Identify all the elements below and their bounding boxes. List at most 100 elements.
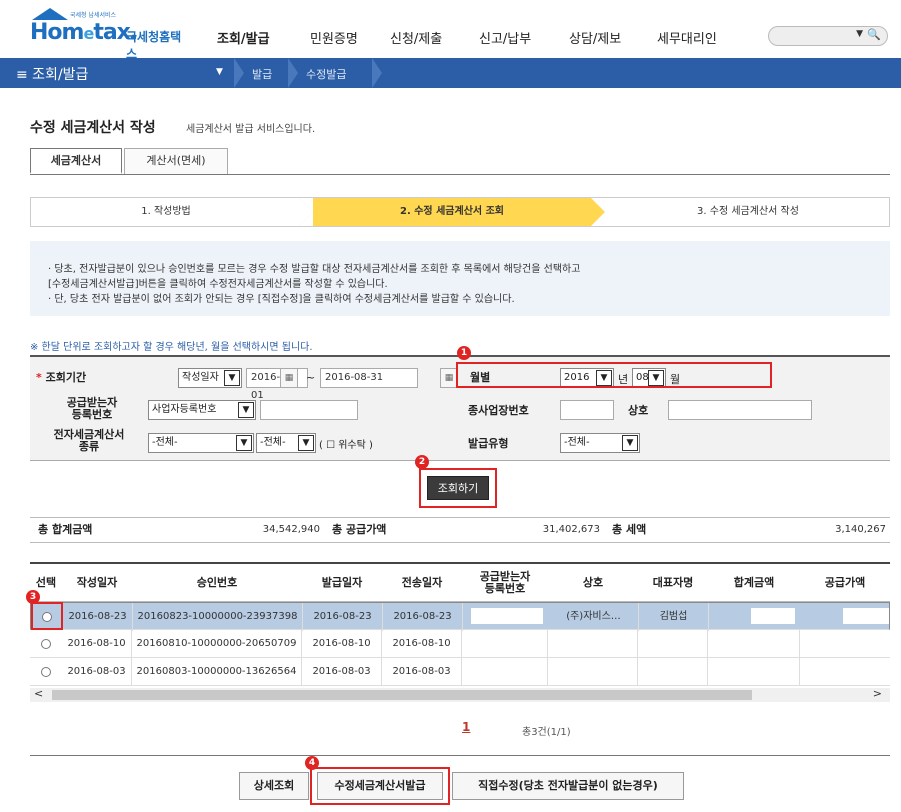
supply-amount-label: 총 공급가액	[332, 523, 387, 536]
page-subtitle: 세금계산서 발급 서비스입니다.	[186, 124, 316, 135]
step-arrow	[299, 198, 313, 226]
chevron-down-icon[interactable]: ▼	[622, 435, 638, 451]
top-header: 국세청 납세서비스 Hometax. 국세청홈택스 조회/발급 민원증명 신청/…	[0, 0, 901, 61]
callout-number-1: 1	[457, 346, 471, 360]
gnb-item-certificates[interactable]: 민원증명	[310, 28, 358, 47]
chevron-down-icon[interactable]: ▼	[216, 67, 223, 77]
branch-no-label: 종사업장번호	[468, 404, 529, 417]
result-count: 총3건(1/1)	[522, 727, 571, 738]
search-button[interactable]: 조회하기	[427, 476, 489, 500]
doc-type-select-1[interactable]: -전체- ▼	[148, 433, 254, 453]
tab-divider	[30, 174, 890, 175]
col-header-send-date: 전송일자	[382, 564, 462, 602]
date-type-value: 작성일자	[182, 372, 219, 383]
info-line: · 단, 당초 전자 발급분이 없어 조회가 안되는 경우 [직접수정]을 클릭…	[48, 294, 515, 305]
cell-written-date: 2016-08-10	[62, 630, 132, 658]
scroll-left-icon[interactable]: <	[34, 687, 43, 700]
chevron-down-icon[interactable]: ▼	[238, 402, 254, 418]
search-icon[interactable]: 🔍	[867, 28, 881, 41]
logo-korean-name: 국세청홈택스	[126, 30, 182, 61]
buyer-label-line2: 등록번호	[71, 408, 113, 421]
tab-invoice-exempt[interactable]: 계산서(면세)	[124, 148, 228, 174]
direct-modify-button[interactable]: 직접수정(당초 전자발급분이 없는경우)	[452, 772, 684, 800]
page-number-current[interactable]: 1	[462, 720, 470, 734]
chevron-down-icon[interactable]: ▼	[224, 370, 240, 386]
detail-view-button[interactable]: 상세조회	[239, 772, 309, 800]
cell-send-date: 2016-08-23	[383, 603, 463, 631]
total-amount-label: 총 합계금액	[38, 523, 93, 536]
gnb-item-tax-agent[interactable]: 세무대리인	[657, 28, 717, 47]
cell-company	[548, 630, 638, 658]
page-title: 수정 세금계산서 작성	[30, 120, 156, 136]
cell-total	[708, 658, 800, 686]
col-header-ceo: 대표자명	[638, 564, 708, 602]
gnb-item-inquiry[interactable]: 조회/발급	[217, 28, 270, 47]
chevron-down-icon[interactable]: ▼	[856, 29, 863, 39]
cell-buyer-regno-masked	[471, 608, 543, 624]
breadcrumb-item-issue[interactable]: 발급	[252, 66, 272, 82]
col-header-written-date: 작성일자	[62, 564, 132, 602]
global-search-input[interactable]: ▼ 🔍	[768, 26, 888, 46]
breadcrumb-menu[interactable]: ≡ 조회/발급	[16, 64, 88, 84]
calendar-icon[interactable]: ▦	[280, 368, 298, 388]
cell-approval-no: 20160803-10000000-13626564	[132, 658, 302, 686]
branch-no-input[interactable]	[560, 400, 614, 420]
chevron-down-icon[interactable]: ▼	[236, 435, 252, 451]
date-to-input[interactable]: 2016-08-31	[320, 368, 418, 388]
step-arrow	[591, 198, 605, 226]
doc-type-select-2[interactable]: -전체- ▼	[256, 433, 316, 453]
modify-invoice-issue-button[interactable]: 수정세금계산서발급	[317, 772, 443, 800]
date-range-separator: ~	[306, 371, 316, 384]
logo-tagline: 국세청 납세서비스	[70, 12, 117, 19]
logo-brand-e: e	[83, 24, 94, 43]
issue-type-value: -전체-	[564, 437, 590, 448]
gnb-item-application[interactable]: 신청/제출	[390, 28, 442, 47]
issue-type-select[interactable]: -전체- ▼	[560, 433, 640, 453]
gnb-item-consult[interactable]: 상담/제보	[569, 28, 621, 47]
row-radio-button[interactable]	[41, 667, 51, 677]
company-input[interactable]	[668, 400, 812, 420]
doc-type-2-value: -전체-	[260, 437, 286, 448]
horizontal-scrollbar[interactable]: < >	[30, 687, 890, 702]
issue-type-label: 발급유형	[468, 437, 509, 450]
breadcrumb-separator	[372, 58, 382, 88]
cell-written-date: 2016-08-23	[63, 603, 133, 631]
logo-brand: Hometax.	[30, 20, 138, 45]
doc-type-label-line2: 종류	[78, 440, 100, 453]
chevron-down-icon[interactable]: ▼	[298, 435, 314, 451]
tab-tax-invoice[interactable]: 세금계산서	[30, 148, 122, 174]
cell-send-date: 2016-08-03	[382, 658, 462, 686]
table-row[interactable]: 2016-08-10 20160810-10000000-20650709 20…	[30, 630, 890, 658]
period-label: * 조회기간	[36, 372, 86, 384]
cell-approval-no: 20160810-10000000-20650709	[132, 630, 302, 658]
date-type-select[interactable]: 작성일자 ▼	[178, 368, 242, 388]
hometax-logo[interactable]: 국세청 납세서비스 Hometax. 국세청홈택스	[30, 8, 190, 61]
row-radio-button[interactable]	[41, 639, 51, 649]
table-row[interactable]: 2016-08-03 20160803-10000000-13626564 20…	[30, 658, 890, 686]
breadcrumb-item-modify-issue[interactable]: 수정발급	[306, 66, 346, 82]
info-line: · 당초, 전자발급분이 있으나 승인번호를 모르는 경우 수정 발급할 대상 …	[48, 264, 581, 275]
cell-buyer-regno	[462, 658, 548, 686]
callout-number-3: 3	[26, 590, 40, 604]
col-header-issue-date: 발급일자	[302, 564, 382, 602]
step-3: 3. 수정 세금계산서 작성	[697, 206, 799, 217]
callout-number-2: 2	[415, 455, 429, 469]
cell-company: (주)자비스…	[549, 603, 639, 631]
monthly-search-note: ※ 한달 단위로 조회하고자 할 경우 해당년, 월을 선택하시면 됩니다.	[30, 342, 313, 353]
date-from-input[interactable]: 2016-08-01	[246, 368, 308, 401]
gnb-item-filing[interactable]: 신고/납부	[479, 28, 531, 47]
col-header-supply: 공급가액	[800, 564, 890, 602]
buyer-type-select[interactable]: 사업자등록번호 ▼	[148, 400, 256, 420]
col-header-buyer-regno: 공급받는자 등록번호	[462, 564, 548, 602]
scroll-right-icon[interactable]: >	[873, 687, 882, 700]
doc-type-label: 전자세금계산서 종류	[44, 429, 134, 453]
table-row-selected[interactable]: 2016-08-23 20160823-10000000-23937398 20…	[30, 602, 890, 631]
scrollbar-thumb[interactable]	[52, 690, 752, 700]
step-1: 1. 작성방법	[141, 206, 191, 217]
info-box: · 당초, 전자발급분이 있으나 승인번호를 모르는 경우 수정 발급할 대상 …	[30, 241, 890, 316]
cell-total-masked	[751, 608, 795, 624]
tax-amount-value: 3,140,267	[835, 524, 886, 535]
buyer-regno-input[interactable]	[260, 400, 358, 420]
breadcrumb-separator	[288, 58, 298, 88]
consign-checkbox[interactable]: ( ☐ 위수탁 )	[319, 436, 373, 451]
